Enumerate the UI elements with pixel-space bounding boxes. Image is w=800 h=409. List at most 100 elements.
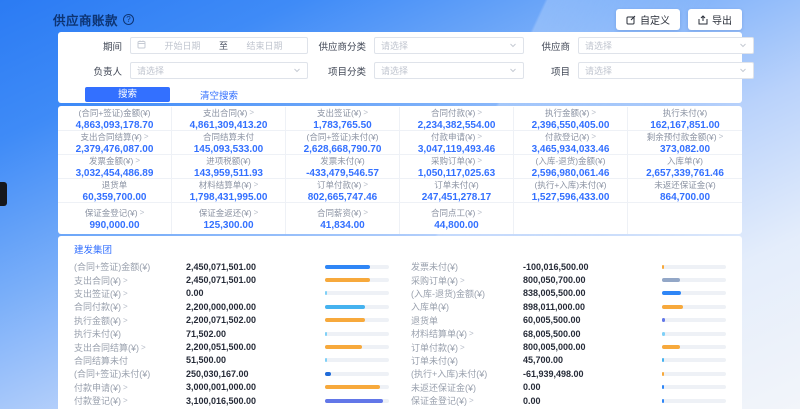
stat-cell-value: 864,700.00 <box>660 192 710 203</box>
stat-cell[interactable]: 采购订单(¥)>1,050,117,025.63 <box>400 155 514 179</box>
detail-row: (入库-退货)金额(¥)838,005,500.00 <box>411 287 726 300</box>
supplier-select[interactable]: 请选择 <box>578 37 754 54</box>
drilldown-arrow-icon: > <box>249 108 254 117</box>
export-button-label: 导出 <box>712 12 732 27</box>
filter-supplier-category: 供应商分类 请选择 <box>308 37 524 54</box>
bar-track <box>325 399 389 403</box>
customize-button[interactable]: 自定义 <box>616 9 680 30</box>
detail-row-label: 订单付款(¥)> <box>411 341 523 354</box>
detail-row[interactable]: 订单付款(¥)>800,005,000.00 <box>411 340 726 353</box>
detail-row: 合同结算未付51,500.00 <box>74 354 389 367</box>
stat-cell[interactable]: 合同点工(¥)>44,800.00 <box>400 203 514 234</box>
project-category-placeholder: 请选择 <box>381 64 408 77</box>
stat-cell[interactable]: 合同付款(¥)>2,234,382,554.00 <box>400 107 514 131</box>
stat-cell-label: 支出签证(¥)> <box>317 107 368 119</box>
stat-cell[interactable]: 订单付款(¥)>802,665,747.46 <box>286 179 400 203</box>
export-button[interactable]: 导出 <box>688 9 742 30</box>
detail-row[interactable]: 付款申请(¥)>3,000,001,000.00 <box>74 381 389 394</box>
clear-search-link[interactable]: 清空搜索 <box>200 88 238 102</box>
detail-row-bar <box>325 345 389 349</box>
project-category-select[interactable]: 请选择 <box>374 62 524 79</box>
stat-cell[interactable]: 支出合同结算(¥)>2,379,476,087.00 <box>58 131 172 155</box>
help-question-icon[interactable]: ? <box>123 14 134 25</box>
bar-fill <box>662 345 680 349</box>
detail-row[interactable]: 合同付款(¥)>2,200,000,000.00 <box>74 300 389 313</box>
stat-cell-value: -433,479,546.57 <box>306 168 379 179</box>
sidebar-collapse-handle[interactable] <box>0 182 7 206</box>
detail-row-value: -61,939,498.00 <box>523 369 662 379</box>
date-range-separator: 至 <box>219 39 228 52</box>
detail-row: (执行+入库)未付(¥)-61,939,498.00 <box>411 367 726 380</box>
group-detail-panel: 建发集团 (合同+签证)金额(¥)2,450,071,501.00支出合同(¥)… <box>58 236 742 409</box>
supplier-category-select[interactable]: 请选择 <box>374 37 524 54</box>
detail-row-value: 3,100,016,500.00 <box>186 396 325 406</box>
bar-fill <box>662 318 665 322</box>
stat-cell: 发票未付(¥)-433,479,546.57 <box>286 155 400 179</box>
bar-track <box>325 291 389 295</box>
title-wrap: 供应商账款 ? <box>53 10 134 29</box>
stat-cell-value: 4,861,309,413.20 <box>190 120 268 131</box>
detail-row: (合同+签证)未付(¥)250,030,167.00 <box>74 367 389 380</box>
detail-row-value: 3,000,001,000.00 <box>186 382 325 392</box>
stat-cell[interactable]: 付款申请(¥)>3,047,119,493.46 <box>400 131 514 155</box>
detail-row-label: 合同结算未付 <box>74 354 186 367</box>
stat-cell[interactable]: 材料结算单(¥)>1,798,431,995.00 <box>172 179 286 203</box>
search-button[interactable]: 搜索 <box>85 87 170 102</box>
owner-placeholder: 请选择 <box>137 64 164 77</box>
detail-row-bar <box>325 278 389 282</box>
detail-row[interactable]: 支出合同(¥)>2,450,071,501.00 <box>74 273 389 286</box>
bar-fill <box>662 385 664 389</box>
detail-row[interactable]: 支出合同结算(¥)>2,200,051,500.00 <box>74 340 389 353</box>
stat-cell: 执行未付(¥)162,167,851.00 <box>628 107 742 131</box>
project-select[interactable]: 请选择 <box>578 62 754 79</box>
stat-cell-value: 1,050,117,025.63 <box>418 168 495 179</box>
detail-row-bar <box>325 372 389 376</box>
detail-row-value: 0.00 <box>523 396 662 406</box>
stat-cell[interactable]: 合同薪资(¥)>41,834.00 <box>286 203 400 234</box>
stat-cell[interactable]: 执行金额(¥)>2,396,550,405.00 <box>514 107 628 131</box>
stat-cell-value: 125,300.00 <box>203 220 253 231</box>
supplier-placeholder: 请选择 <box>585 39 612 52</box>
drilldown-arrow-icon: > <box>123 396 128 405</box>
detail-row[interactable]: 付款登记(¥)>3,100,016,500.00 <box>74 394 389 407</box>
detail-row[interactable]: 执行金额(¥)>2,200,071,502.00 <box>74 314 389 327</box>
stat-cell-value: 145,093,533.00 <box>194 144 264 155</box>
stat-cell[interactable]: 支出签证(¥)>1,783,765.50 <box>286 107 400 131</box>
detail-row[interactable]: 支出签证(¥)>0.00 <box>74 287 389 300</box>
stat-cell-value: 1,798,431,995.00 <box>190 192 268 203</box>
chevron-down-icon <box>739 41 747 51</box>
detail-row-value: 71,502.00 <box>186 329 325 339</box>
stat-cell-value: 247,451,278.17 <box>422 192 492 203</box>
stat-cell-label: 采购订单(¥)> <box>431 155 482 167</box>
drilldown-arrow-icon: > <box>254 208 259 217</box>
detail-row-value: 2,200,000,000.00 <box>186 302 325 312</box>
bar-track <box>325 358 389 362</box>
bar-track <box>662 345 726 349</box>
detail-row[interactable]: 采购订单(¥)>800,050,700.00 <box>411 273 726 286</box>
detail-row[interactable]: 保证金登记(¥)>0.00 <box>411 394 726 407</box>
stat-cell-value: 3,465,934,033.46 <box>532 144 610 155</box>
stat-cell: (合同+签证)未付(¥)2,628,668,790.70 <box>286 131 400 155</box>
detail-row-bar <box>325 358 389 362</box>
detail-row-bar <box>325 332 389 336</box>
stat-cell[interactable]: 支出合同(¥)>4,861,309,413.20 <box>172 107 286 131</box>
stat-cell-label: 入库单(¥) <box>667 155 703 167</box>
detail-row-label: 发票未付(¥) <box>411 260 523 273</box>
stat-cell-label: 进项税额(¥) <box>206 155 250 167</box>
detail-row-label: 退货单 <box>411 314 523 327</box>
owner-select[interactable]: 请选择 <box>130 62 308 79</box>
stat-cell[interactable]: 保证金登记(¥)>990,000.00 <box>58 203 172 234</box>
bar-track <box>662 332 726 336</box>
stat-cell-value: 1,783,765.50 <box>313 120 371 131</box>
stat-cell-value: 373,082.00 <box>660 144 710 155</box>
detail-row[interactable]: 材料结算单(¥)>68,005,500.00 <box>411 327 726 340</box>
detail-row-label: 支出合同(¥)> <box>74 274 186 287</box>
bar-fill <box>325 372 331 376</box>
stat-cell[interactable]: 付款登记(¥)>3,465,934,033.46 <box>514 131 628 155</box>
stat-cell[interactable]: 发票金额(¥)>3,032,454,486.89 <box>58 155 172 179</box>
drilldown-arrow-icon: > <box>123 302 128 311</box>
stat-cell[interactable]: 保证金返还(¥)>125,300.00 <box>172 203 286 234</box>
period-date-range-input[interactable]: 开始日期 至 结束日期 <box>130 37 308 54</box>
group-title-link[interactable]: 建发集团 <box>58 236 742 260</box>
stat-cell[interactable]: 剩余预付款金额(¥)>373,082.00 <box>628 131 742 155</box>
